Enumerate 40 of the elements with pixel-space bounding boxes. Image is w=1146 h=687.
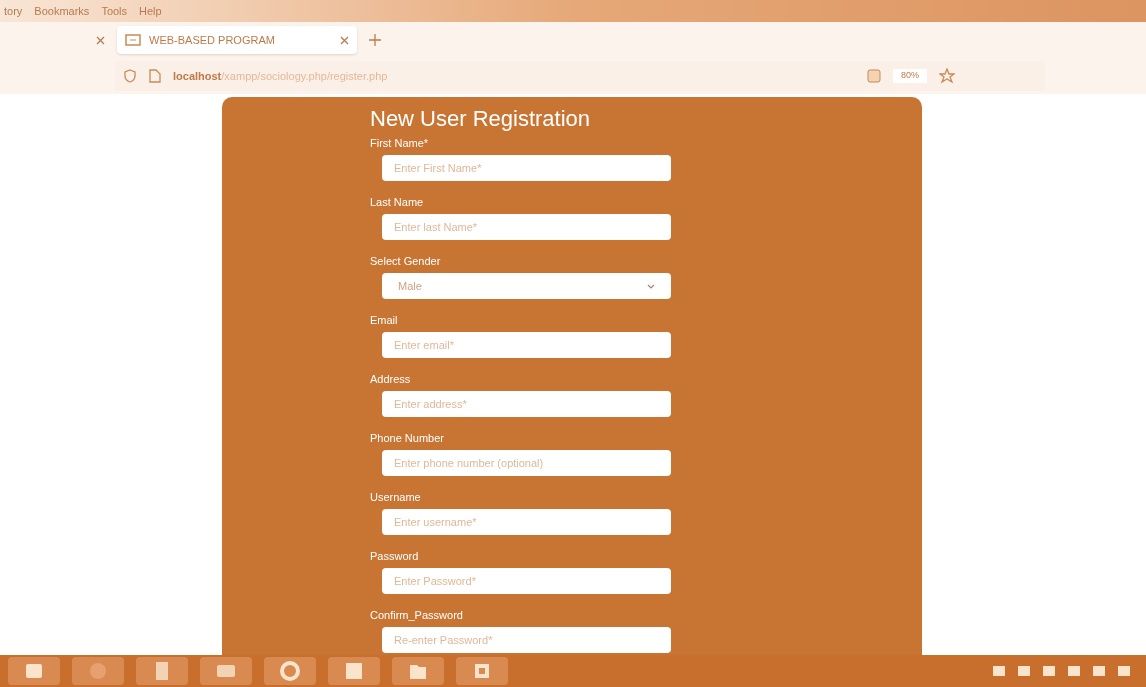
star-icon[interactable] xyxy=(939,68,955,84)
close-icon[interactable] xyxy=(340,35,349,45)
field-label: Password xyxy=(370,549,420,564)
form-title: New User Registration xyxy=(370,105,592,133)
page-icon xyxy=(149,69,161,83)
shield-icon xyxy=(123,69,137,83)
text-field[interactable]: Enter username* xyxy=(382,509,671,535)
field-label: Last Name xyxy=(370,195,425,210)
ring-icon[interactable] xyxy=(264,657,316,685)
zoom-level[interactable]: 80% xyxy=(893,69,927,83)
plus-icon[interactable] xyxy=(369,34,381,46)
field-label: Email xyxy=(370,313,399,328)
field-label: Phone Number xyxy=(370,431,445,446)
text-field[interactable]: Enter Password* xyxy=(382,568,671,594)
folder-icon[interactable] xyxy=(392,657,444,685)
text-field[interactable]: Enter last Name* xyxy=(382,214,671,240)
app-icon[interactable] xyxy=(456,657,508,685)
field-label: Confirm_Password xyxy=(370,608,464,623)
tab-title: WEB-BASED PROGRAM xyxy=(149,32,276,48)
tab-page-icon xyxy=(125,34,141,46)
text-field[interactable]: Enter email* xyxy=(382,332,671,358)
address-bar[interactable]: localhost/xampp/sociology.php/register.php 80% xyxy=(115,61,1045,91)
field-label: First Name* xyxy=(370,136,430,151)
close-icon[interactable] xyxy=(96,35,105,45)
menu-item[interactable]: Tools xyxy=(101,2,128,20)
url-text: localhost/xampp/sociology.php/register.php xyxy=(173,68,389,84)
text-field[interactable]: Enter address* xyxy=(382,391,671,417)
menu-item[interactable]: Bookmarks xyxy=(34,2,90,20)
field-label: Select Gender xyxy=(370,254,442,269)
browser-tab[interactable]: WEB-BASED PROGRAM xyxy=(117,26,357,54)
text-field[interactable]: Enter First Name* xyxy=(382,155,671,181)
menu-item[interactable]: Help xyxy=(139,2,162,20)
gender-select[interactable]: Male xyxy=(382,273,671,299)
menu-item[interactable]: tory xyxy=(4,2,23,20)
chevron-down-icon xyxy=(647,283,655,289)
text-field[interactable]: Enter phone number (optional) xyxy=(382,450,671,476)
text-field[interactable]: Re-enter Password* xyxy=(382,627,671,653)
field-label: Address xyxy=(370,372,412,387)
field-label: Username xyxy=(370,490,422,505)
document-icon[interactable] xyxy=(136,657,188,685)
